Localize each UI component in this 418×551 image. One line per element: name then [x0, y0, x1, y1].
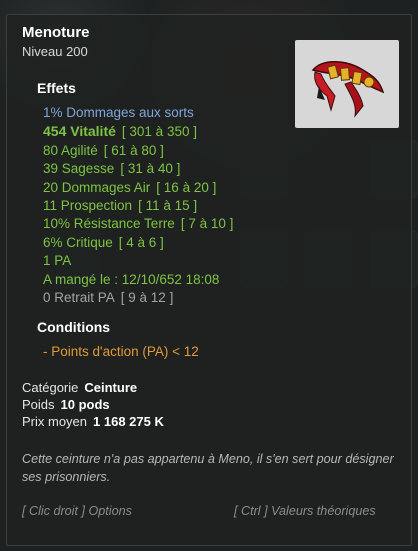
item-level: Niveau 200 [22, 44, 88, 59]
item-name: Menoture [22, 24, 90, 41]
effect-agility: 80 Agilité[ 61 à 80 ] [43, 142, 164, 158]
info-weight: Poids 10 pods [22, 397, 110, 412]
right-click-hint: [ Clic droit ] Options [22, 504, 132, 518]
info-category: Catégorie Ceinture [22, 380, 138, 395]
effect-ap: 1 PA [43, 253, 72, 269]
effect-spell-damage: 1% Dommages aux sorts [43, 105, 194, 120]
effects-list: 1% Dommages aux sorts 454 Vitalité[ 301 … [43, 104, 233, 307]
condition-ap: - Points d'action (PA) < 12 [43, 344, 199, 359]
ctrl-hint: [ Ctrl ] Valeurs théoriques [234, 504, 376, 518]
info-price: Prix moyen 1 168 275 K [22, 414, 164, 429]
effect-wisdom: 39 Sagesse[ 31 à 40 ] [43, 161, 181, 177]
belt-item-icon [311, 61, 385, 118]
effects-heading: Effets [37, 80, 76, 96]
effect-last-fed: A mangé le : 12/10/652 18:08 [43, 271, 220, 287]
effect-vitality: 454 Vitalité[ 301 à 350 ] [43, 123, 197, 140]
effect-critical: 6% Critique[ 4 à 6 ] [43, 234, 164, 250]
item-image [295, 40, 399, 128]
effect-air-damage: 20 Dommages Air[ 16 à 20 ] [43, 179, 217, 195]
effect-prospecting: 11 Prospection[ 11 à 15 ] [43, 198, 198, 214]
conditions-heading: Conditions [37, 319, 111, 335]
item-description: Cette ceinture n'a pas appartenu à Meno,… [22, 452, 394, 484]
effect-ap-reduction: 0 Retrait PA[ 9 à 12 ] [43, 290, 174, 306]
effect-earth-resistance: 10% Résistance Terre[ 7 à 10 ] [43, 216, 234, 232]
